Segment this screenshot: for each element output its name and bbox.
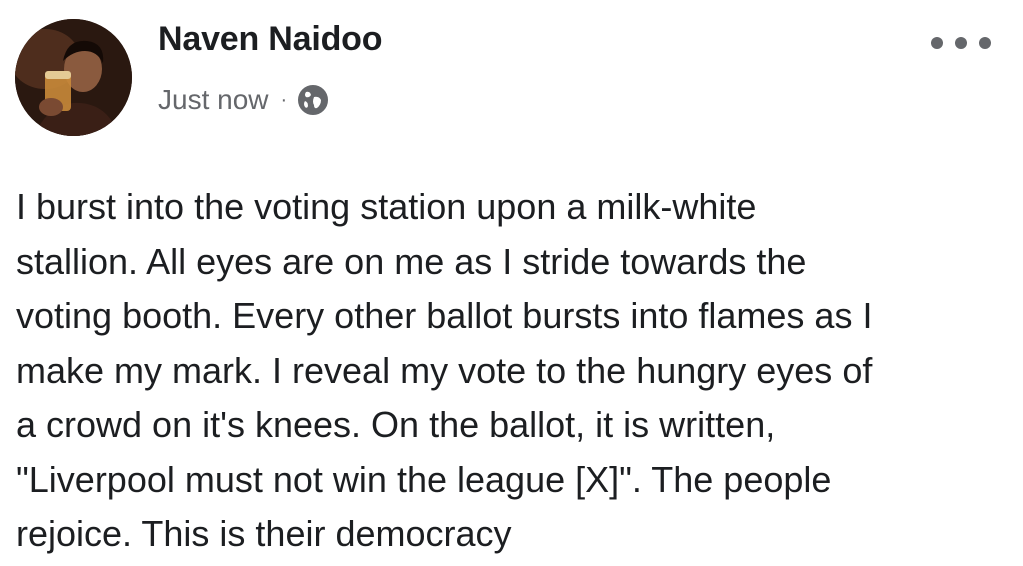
globe-icon[interactable] <box>297 84 329 116</box>
post-meta: Just now · <box>158 82 329 118</box>
post-body-text: I burst into the voting station upon a m… <box>16 186 873 554</box>
profile-photo <box>15 19 132 136</box>
more-options-button[interactable] <box>931 28 991 58</box>
avatar[interactable] <box>15 19 132 136</box>
ellipsis-icon <box>931 37 943 49</box>
timestamp[interactable]: Just now <box>158 84 269 116</box>
facebook-post: Naven Naidoo Just now · I burst into the… <box>0 0 1023 566</box>
ellipsis-icon <box>955 37 967 49</box>
meta-separator: · <box>280 89 288 111</box>
author-name[interactable]: Naven Naidoo <box>158 20 383 59</box>
ellipsis-icon <box>979 37 991 49</box>
